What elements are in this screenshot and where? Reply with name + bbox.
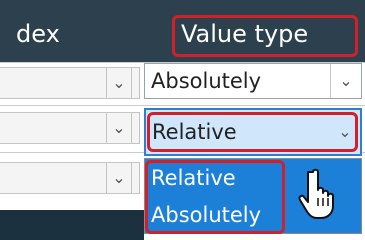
value-type-select-value: Absolutely	[151, 69, 262, 93]
value-type-dropdown-button[interactable]: ⌄	[330, 64, 361, 98]
column-header-index[interactable]: dex	[16, 22, 60, 46]
index-dropdown-button[interactable]: ⌄	[106, 162, 132, 194]
chevron-down-icon: ⌄	[112, 118, 126, 137]
table-footer-band	[0, 210, 144, 240]
row-divider	[0, 105, 365, 106]
index-dropdown-button[interactable]: ⌄	[106, 112, 132, 144]
header-highlight-box	[172, 15, 358, 57]
chevron-down-icon: ⌄	[339, 71, 353, 90]
hand-pointer-icon	[298, 168, 334, 219]
select-highlight-box	[147, 112, 358, 152]
chevron-down-icon: ⌄	[112, 168, 126, 187]
value-type-select[interactable]: Absolutely ⌄	[144, 63, 362, 99]
index-dropdown-button[interactable]: ⌄	[106, 67, 132, 99]
options-highlight-box	[145, 160, 285, 234]
chevron-down-icon: ⌄	[112, 73, 126, 92]
